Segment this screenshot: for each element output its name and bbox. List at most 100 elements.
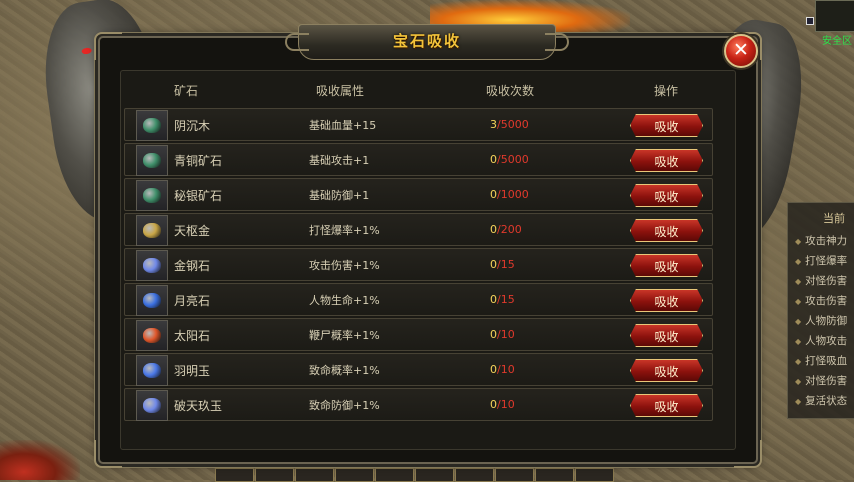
gem-row: 太阳石 鞭尸概率+1% 0/10 吸收 — [124, 318, 713, 351]
gem-attribute: 基础防御+1 — [309, 189, 370, 202]
gem-row: 天枢金 打怪爆率+1% 0/200 吸收 — [124, 213, 713, 246]
gem-row: 羽明玉 致命概率+1% 0/10 吸收 — [124, 353, 713, 386]
side-panel-item: 打怪爆率 — [795, 253, 847, 268]
absorb-button-label: 吸收 — [654, 260, 679, 274]
gem-attribute: 基础攻击+1 — [309, 154, 370, 167]
absorb-button-label: 吸收 — [654, 120, 679, 134]
gem-shape — [143, 223, 161, 238]
gem-shape — [143, 153, 161, 168]
gem-row: 破天玖玉 致命防御+1% 0/10 吸收 — [124, 388, 713, 421]
absorb-button-label: 吸收 — [654, 400, 679, 414]
gem-name: 秘银矿石 — [174, 189, 223, 203]
gem-shape — [143, 293, 161, 308]
close-button[interactable]: ✕ — [724, 34, 758, 68]
column-header-attribute: 吸收属性 — [316, 84, 365, 98]
absorb-count: 3/5000 — [490, 118, 529, 131]
gem-attribute: 致命概率+1% — [309, 364, 380, 377]
blue-orb-icon — [136, 355, 168, 386]
frame-corner-ornament — [734, 440, 762, 468]
absorb-count-max: /15 — [497, 293, 515, 306]
window-title: 宝石吸收 — [392, 32, 461, 50]
gem-shape — [143, 188, 161, 203]
blue-crystal-icon — [136, 250, 168, 281]
sun-orb-icon — [136, 320, 168, 351]
gem-shape — [143, 118, 161, 133]
column-header-count: 吸收次数 — [486, 84, 535, 98]
absorb-count-max: /15 — [497, 258, 515, 271]
absorb-count-current: 0 — [490, 328, 497, 341]
gem-row: 金钢石 攻击伤害+1% 0/15 吸收 — [124, 248, 713, 281]
gem-attribute: 鞭尸概率+1% — [309, 329, 380, 342]
absorb-button[interactable]: 吸收 — [630, 114, 703, 137]
absorb-count-current: 0 — [490, 258, 497, 271]
absorb-count-current: 0 — [490, 223, 497, 236]
fire-effect-bottom-left — [0, 440, 80, 480]
absorb-button-label: 吸收 — [654, 155, 679, 169]
status-side-panel: 当前 攻击神力 打怪爆率 对怪伤害 攻击伤害 人物防御 人物攻击 打怪吸血 对怪… — [787, 202, 854, 419]
absorb-count: 0/1000 — [490, 188, 529, 201]
column-header-action: 操作 — [654, 84, 679, 98]
absorb-count-current: 3 — [490, 118, 497, 131]
gem-name: 天枢金 — [174, 224, 211, 238]
frame-corner-ornament — [94, 440, 122, 468]
absorb-count: 0/5000 — [490, 153, 529, 166]
absorb-button-label: 吸收 — [654, 365, 679, 379]
absorb-button[interactable]: 吸收 — [630, 184, 703, 207]
absorb-button-label: 吸收 — [654, 225, 679, 239]
skill-bar — [215, 468, 615, 482]
absorb-count-current: 0 — [490, 293, 497, 306]
gem-attribute: 打怪爆率+1% — [309, 224, 380, 237]
gem-row: 月亮石 人物生命+1% 0/15 吸收 — [124, 283, 713, 316]
absorb-count: 0/10 — [490, 363, 515, 376]
dragon-eye-icon — [81, 47, 92, 55]
gem-attribute: 致命防御+1% — [309, 399, 380, 412]
absorb-button[interactable]: 吸收 — [630, 149, 703, 172]
gold-bar-icon — [136, 215, 168, 246]
minimap-toggle-icon[interactable] — [806, 17, 814, 25]
close-icon: ✕ — [733, 39, 749, 61]
absorb-count-max: /10 — [497, 398, 515, 411]
gem-shape — [143, 363, 161, 378]
absorb-button[interactable]: 吸收 — [630, 359, 703, 382]
absorb-button[interactable]: 吸收 — [630, 219, 703, 242]
absorb-button[interactable]: 吸收 — [630, 324, 703, 347]
absorb-count: 0/10 — [490, 398, 515, 411]
green-gem-icon — [136, 145, 168, 176]
gem-row: 秘银矿石 基础防御+1 0/1000 吸收 — [124, 178, 713, 211]
side-panel-title: 当前 — [823, 212, 845, 225]
blue-orb-icon — [136, 285, 168, 316]
side-panel-item: 攻击神力 — [795, 233, 847, 248]
absorb-count-max: /200 — [497, 223, 522, 236]
side-panel-item: 复活状态 — [795, 393, 847, 408]
side-panel-item: 打怪吸血 — [795, 353, 847, 368]
absorb-button[interactable]: 吸收 — [630, 394, 703, 417]
absorb-button[interactable]: 吸收 — [630, 254, 703, 277]
gem-row: 青铜矿石 基础攻击+1 0/5000 吸收 — [124, 143, 713, 176]
absorb-button-label: 吸收 — [654, 330, 679, 344]
absorb-count-max: /10 — [497, 328, 515, 341]
side-panel-item: 攻击伤害 — [795, 293, 847, 308]
gem-attribute: 攻击伤害+1% — [309, 259, 380, 272]
gem-name: 月亮石 — [174, 294, 211, 308]
absorb-count-max: /5000 — [497, 153, 529, 166]
minimap[interactable] — [815, 0, 854, 32]
gem-shape — [143, 398, 161, 413]
column-header-ore: 矿石 — [174, 84, 199, 98]
green-gem-icon — [136, 110, 168, 141]
absorb-count-current: 0 — [490, 363, 497, 376]
side-panel-item: 人物攻击 — [795, 333, 847, 348]
gem-absorb-window: 宝石吸收 ✕ 矿石 吸收属性 吸收次数 操作 阴沉木 基础血量+15 3/500… — [94, 24, 762, 468]
title-plate[interactable]: 宝石吸收 — [285, 24, 569, 60]
absorb-button-label: 吸收 — [654, 295, 679, 309]
side-panel-item: 对怪伤害 — [795, 273, 847, 288]
gem-name: 太阳石 — [174, 329, 211, 343]
minimap-zone-label: 安全区 — [822, 36, 852, 47]
gem-name: 阴沉木 — [174, 119, 211, 133]
absorb-button[interactable]: 吸收 — [630, 289, 703, 312]
green-gem-icon — [136, 180, 168, 211]
gem-shape — [143, 258, 161, 273]
side-panel-item: 对怪伤害 — [795, 373, 847, 388]
absorb-count-current: 0 — [490, 188, 497, 201]
gem-name: 破天玖玉 — [174, 399, 223, 413]
gem-attribute: 基础血量+15 — [309, 119, 377, 132]
